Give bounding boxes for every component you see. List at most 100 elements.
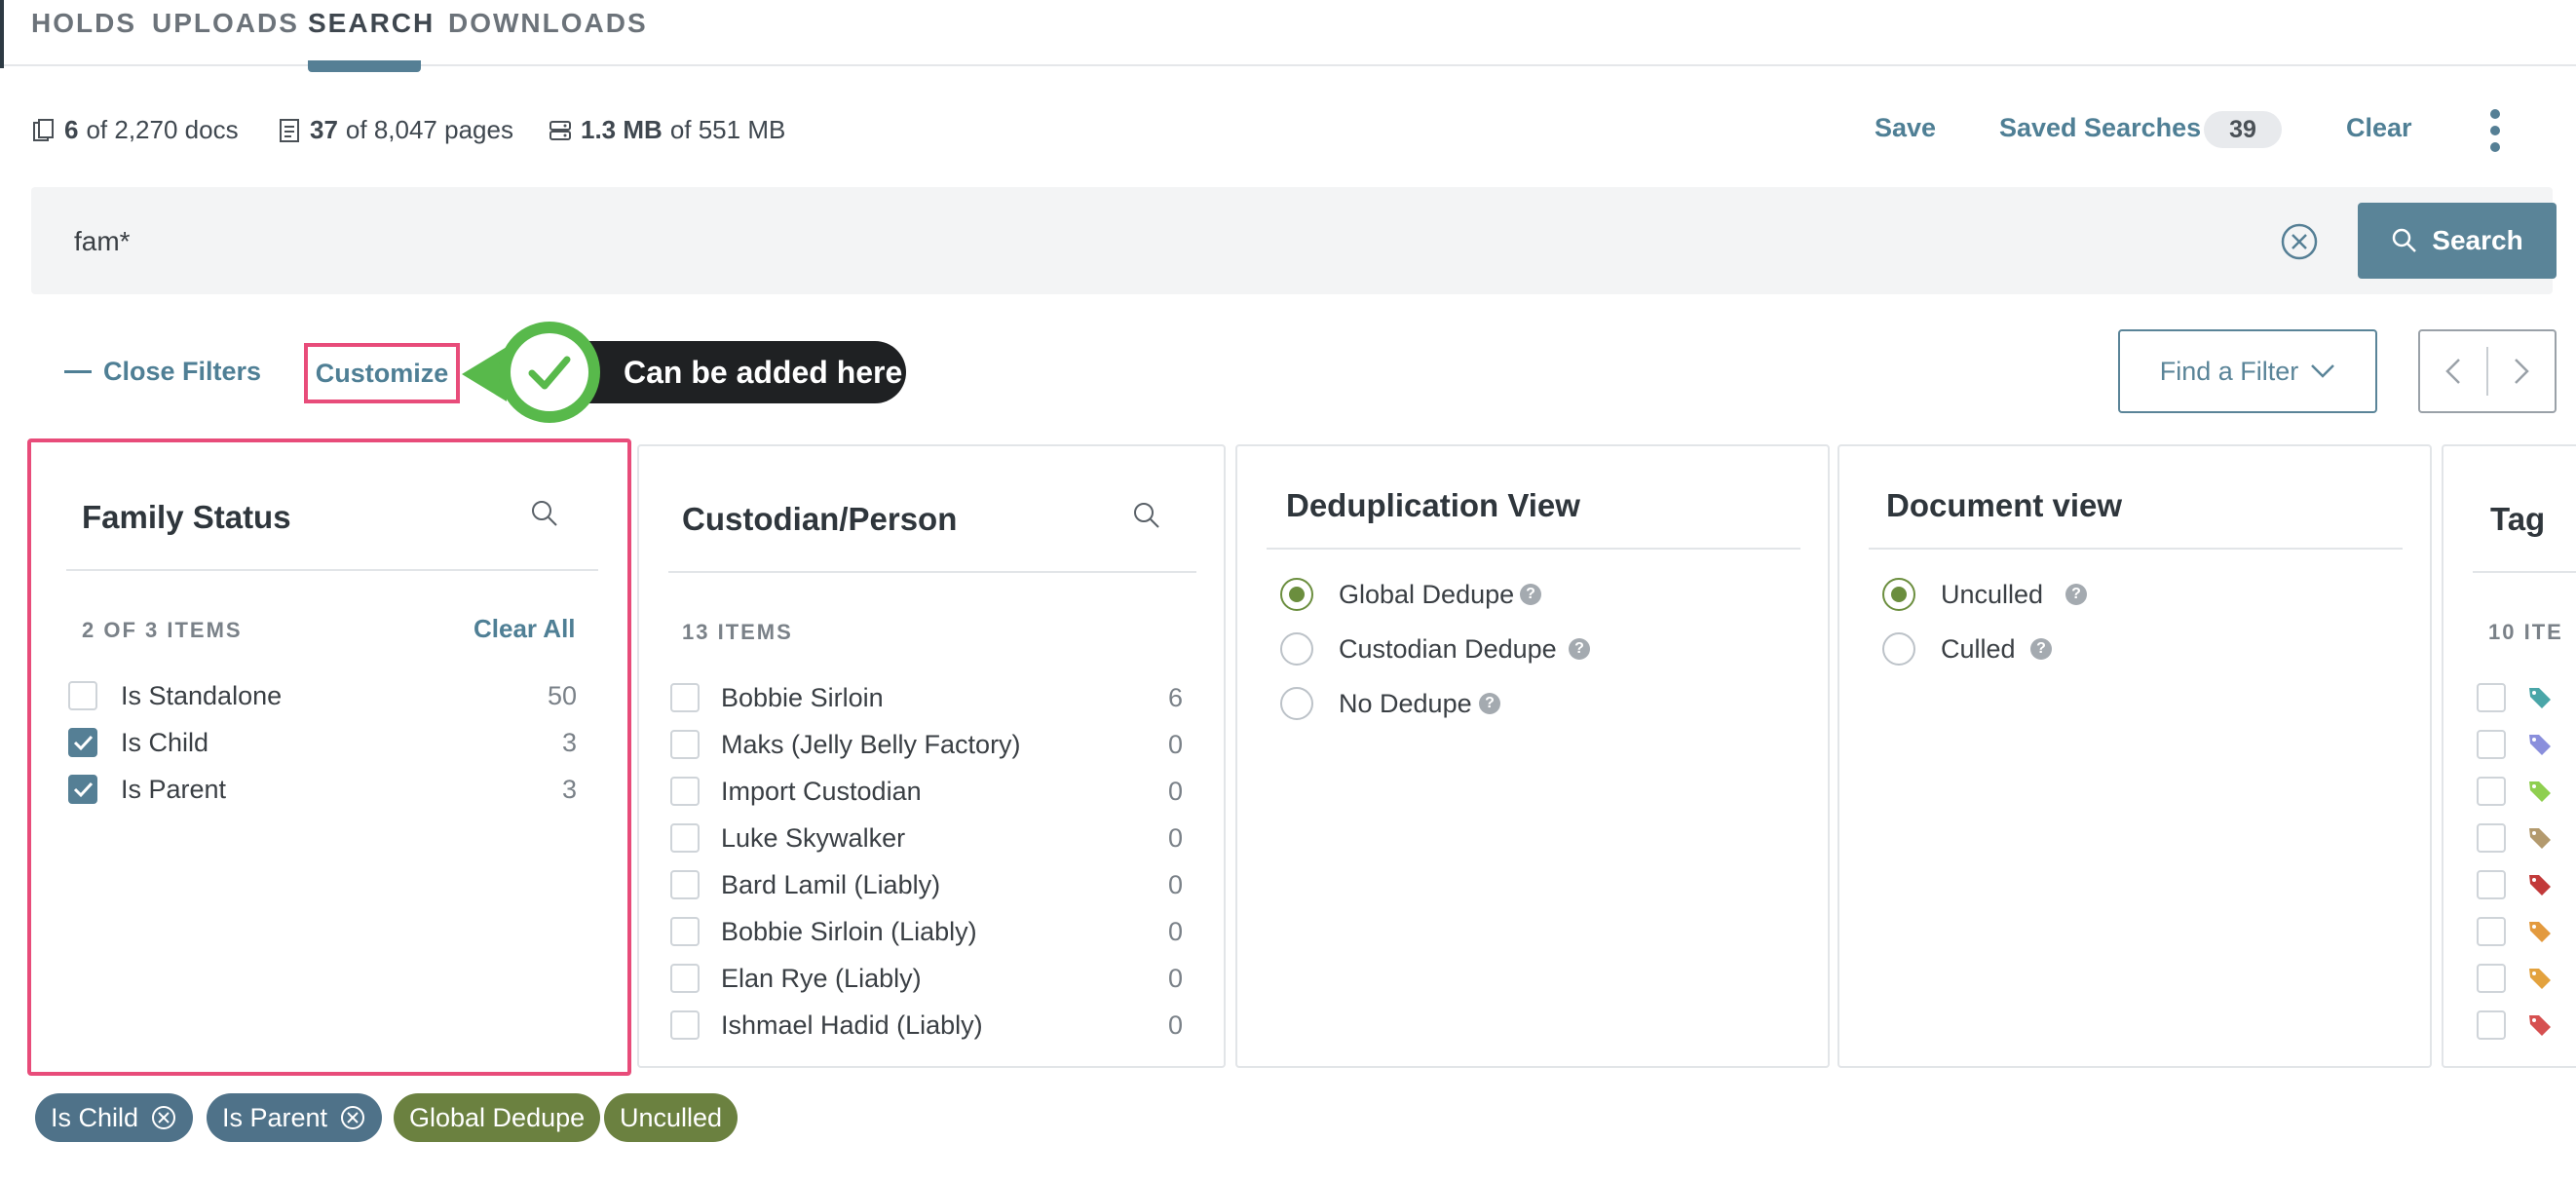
active-tab-indicator — [308, 60, 421, 72]
list-item[interactable]: Maks (Jelly Belly Factory) 0 — [639, 725, 1224, 764]
list-item[interactable]: Elan Rye (Liably) 0 — [639, 959, 1224, 998]
help-icon[interactable]: ? — [2065, 584, 2087, 605]
previous-button[interactable] — [2420, 331, 2486, 411]
saved-searches-count: 39 — [2204, 111, 2282, 148]
find-filter-dropdown[interactable]: Find a Filter — [2118, 329, 2377, 413]
radio-option[interactable]: No Dedupe ? — [1237, 684, 1828, 723]
callout-check-icon — [499, 322, 600, 423]
checkbox[interactable] — [670, 1010, 700, 1040]
filter-chip-is-parent[interactable]: Is Parent — [207, 1093, 383, 1142]
list-item[interactable]: Luke Skywalker 0 — [639, 819, 1224, 857]
chip-label: Is Child — [51, 1102, 139, 1132]
radio-button[interactable] — [1882, 578, 1915, 611]
close-filters-label: Close Filters — [103, 357, 262, 386]
checkbox[interactable] — [670, 730, 700, 759]
panel-title: Custodian/Person — [682, 501, 958, 537]
page-icon — [280, 118, 299, 142]
remove-chip-icon[interactable] — [339, 1104, 366, 1131]
list-item[interactable]: Is Parent 3 — [31, 770, 627, 809]
item-label: Luke Skywalker — [721, 822, 906, 853]
search-button[interactable]: Search — [2358, 203, 2557, 279]
radio-option[interactable]: Custodian Dedupe ? — [1237, 629, 1828, 668]
list-item[interactable]: Is Child 3 — [31, 723, 627, 762]
remove-chip-icon[interactable] — [150, 1104, 177, 1131]
checkbox[interactable] — [670, 917, 700, 946]
checkbox[interactable] — [670, 777, 700, 806]
checkbox[interactable] — [68, 728, 97, 757]
tag-item[interactable] — [2443, 912, 2576, 951]
checkbox[interactable] — [2477, 917, 2506, 946]
list-item[interactable]: Ishmael Hadid (Liably) 0 — [639, 1006, 1224, 1045]
next-button[interactable] — [2488, 331, 2555, 411]
checkbox[interactable] — [2477, 823, 2506, 853]
checkbox[interactable] — [670, 964, 700, 993]
tab-holds[interactable]: HOLDS — [31, 8, 136, 39]
filter-chip-is-child[interactable]: Is Child — [35, 1093, 194, 1142]
clear-search-icon[interactable] — [2280, 222, 2319, 261]
saved-searches-button[interactable]: Saved Searches — [1999, 113, 2201, 143]
radio-option[interactable]: Culled ? — [1839, 629, 2430, 668]
item-count: 0 — [1167, 869, 1183, 899]
search-icon[interactable] — [1132, 501, 1161, 530]
tab-uploads[interactable]: UPLOADS — [152, 8, 299, 39]
save-button[interactable]: Save — [1875, 113, 1936, 143]
checkbox[interactable] — [2477, 683, 2506, 712]
list-item[interactable]: Bobbie Sirloin (Liably) 0 — [639, 912, 1224, 951]
checkbox[interactable] — [670, 683, 700, 712]
tag-item[interactable] — [2443, 725, 2576, 764]
clear-button[interactable]: Clear — [2346, 113, 2412, 143]
radio-button[interactable] — [1280, 632, 1313, 666]
help-icon[interactable]: ? — [1479, 693, 1500, 714]
search-input[interactable] — [74, 220, 2217, 263]
pages-total: of 8,047 pages — [345, 115, 513, 144]
radio-option[interactable]: Global Dedupe ? — [1237, 575, 1828, 614]
close-filters-button[interactable]: Close Filters — [64, 357, 261, 387]
item-label: Ishmael Hadid (Liably) — [721, 1010, 983, 1040]
tag-item[interactable] — [2443, 772, 2576, 811]
item-label: Elan Rye (Liably) — [721, 963, 922, 993]
checkbox[interactable] — [2477, 964, 2506, 993]
option-label: Culled — [1941, 633, 2016, 664]
list-item[interactable]: Import Custodian 0 — [639, 772, 1224, 811]
more-options-icon[interactable] — [2488, 109, 2502, 152]
tag-item[interactable] — [2443, 959, 2576, 998]
list-item[interactable]: Bard Lamil (Liably) 0 — [639, 865, 1224, 904]
tab-downloads[interactable]: DOWNLOADS — [448, 8, 648, 39]
customize-button[interactable]: Customize — [304, 343, 460, 403]
size-stat: 1.3 MB of 551 MB — [548, 115, 785, 145]
checkbox[interactable] — [2477, 730, 2506, 759]
chip-label: Unculled — [620, 1102, 723, 1132]
tag-item[interactable] — [2443, 1006, 2576, 1045]
filter-pager — [2418, 329, 2557, 413]
checkbox[interactable] — [68, 681, 97, 710]
tag-item[interactable] — [2443, 678, 2576, 717]
tag-icon — [2529, 969, 2551, 989]
pages-count: 37 — [310, 115, 338, 144]
help-icon[interactable]: ? — [2030, 638, 2052, 660]
radio-button[interactable] — [1280, 578, 1313, 611]
radio-button[interactable] — [1280, 687, 1313, 720]
search-icon[interactable] — [530, 499, 559, 528]
item-count: 0 — [1167, 963, 1183, 993]
panel-title: Family Status — [82, 499, 291, 535]
radio-button[interactable] — [1882, 632, 1915, 666]
checkbox[interactable] — [670, 823, 700, 853]
clear-all-button[interactable]: Clear All — [474, 614, 576, 644]
tag-item[interactable] — [2443, 819, 2576, 857]
help-icon[interactable]: ? — [1520, 584, 1541, 605]
checkbox[interactable] — [68, 775, 97, 804]
docs-count: 6 — [64, 115, 79, 144]
minus-icon — [64, 370, 92, 373]
radio-option[interactable]: Unculled ? — [1839, 575, 2430, 614]
tag-icon — [2529, 875, 2551, 895]
help-icon[interactable]: ? — [1569, 638, 1590, 660]
list-item[interactable]: Bobbie Sirloin 6 — [639, 678, 1224, 717]
document-view-panel: Document view Unculled ? Culled ? — [1837, 444, 2432, 1068]
checkbox[interactable] — [670, 870, 700, 899]
list-item[interactable]: Is Standalone 50 — [31, 676, 627, 715]
tab-search[interactable]: SEARCH — [308, 8, 435, 39]
checkbox[interactable] — [2477, 777, 2506, 806]
checkbox[interactable] — [2477, 870, 2506, 899]
tag-item[interactable] — [2443, 865, 2576, 904]
checkbox[interactable] — [2477, 1010, 2506, 1040]
